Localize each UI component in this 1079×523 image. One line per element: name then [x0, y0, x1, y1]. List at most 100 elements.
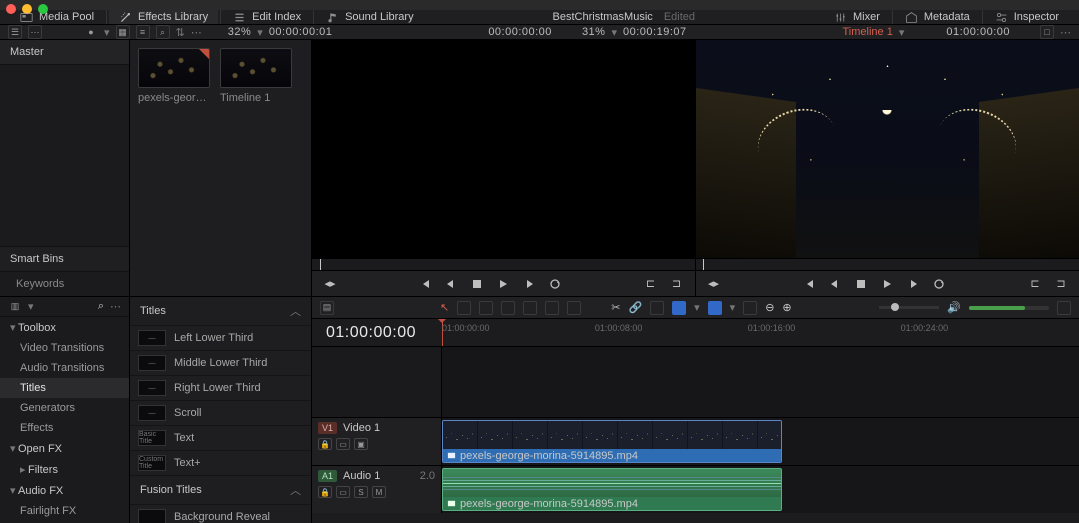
- inspector-tab[interactable]: Inspector: [985, 11, 1069, 24]
- smart-bins-header[interactable]: Smart Bins: [0, 246, 129, 272]
- chevron-down-icon[interactable]: ▾: [104, 26, 110, 39]
- lock-icon[interactable]: 🔒: [318, 486, 332, 498]
- title-item[interactable]: —Right Lower Third: [130, 376, 311, 401]
- chevron-down-icon[interactable]: ▾: [257, 26, 263, 39]
- title-item[interactable]: —Middle Lower Third: [130, 351, 311, 376]
- program-screen[interactable]: [696, 40, 1079, 258]
- prev-frame-icon[interactable]: [443, 276, 459, 292]
- fusion-group-header[interactable]: Fusion Titles ︿: [130, 476, 311, 505]
- keywords-bin[interactable]: Keywords: [0, 272, 129, 296]
- first-frame-icon[interactable]: [801, 276, 817, 292]
- timeline-view-icon[interactable]: ▤: [320, 301, 334, 315]
- mark-in-icon[interactable]: ⊏: [1027, 276, 1043, 292]
- zoom-in-icon[interactable]: ⊕: [782, 301, 791, 314]
- chevron-down-icon[interactable]: ▾: [899, 26, 905, 39]
- openfx-group[interactable]: ▾Open FX: [0, 438, 129, 459]
- video-lane[interactable]: pexels-george-morina-5914895.mp4: [442, 418, 1079, 465]
- viewer-menu-icon[interactable]: ⋯: [1060, 26, 1071, 39]
- chevron-down-icon[interactable]: ▾: [694, 301, 700, 314]
- trim-tool-icon[interactable]: [457, 301, 471, 315]
- blade-tool-icon[interactable]: [501, 301, 515, 315]
- cat-filters[interactable]: ▸Filters: [0, 459, 129, 480]
- program-zoom[interactable]: 31%: [582, 26, 606, 38]
- audio-track-header[interactable]: A1 Audio 1 2.0 🔒 ▭ S M: [312, 466, 442, 513]
- timeline-thumbnail[interactable]: Timeline 1: [220, 48, 292, 104]
- view-list-icon[interactable]: ≡: [136, 25, 150, 39]
- disable-video-icon[interactable]: ▣: [354, 438, 368, 450]
- close-window[interactable]: [6, 4, 16, 14]
- blade-all-icon[interactable]: ✂: [611, 301, 620, 314]
- overwrite-icon[interactable]: [545, 301, 559, 315]
- mark-in-icon[interactable]: ⊏: [643, 276, 659, 292]
- stop-icon[interactable]: [469, 276, 485, 292]
- source-screen[interactable]: [312, 40, 695, 258]
- cat-generators[interactable]: Generators: [0, 398, 129, 418]
- snap-icon[interactable]: [672, 301, 686, 315]
- selection-tool-icon[interactable]: ↖: [440, 301, 449, 314]
- chevron-down-icon[interactable]: ▾: [730, 301, 736, 314]
- first-frame-icon[interactable]: [417, 276, 433, 292]
- lock-icon[interactable]: 🔒: [318, 438, 332, 450]
- volume-slider[interactable]: [969, 306, 1049, 310]
- cat-fairlight[interactable]: Fairlight FX: [0, 501, 129, 521]
- loop-icon[interactable]: [931, 276, 947, 292]
- cat-audio-transitions[interactable]: Audio Transitions: [0, 358, 129, 378]
- panel-layout-icon[interactable]: ▥: [8, 300, 22, 314]
- bin-options-icon[interactable]: ⋯: [28, 25, 42, 39]
- record-icon[interactable]: ●: [84, 25, 98, 39]
- audiofx-group[interactable]: ▾Audio FX: [0, 480, 129, 501]
- title-item[interactable]: Custom TitleText+: [130, 451, 311, 476]
- more-icon[interactable]: ⋯: [110, 300, 121, 313]
- play-icon[interactable]: [879, 276, 895, 292]
- search-icon[interactable]: ⌕: [156, 25, 170, 39]
- cat-titles[interactable]: Titles: [0, 378, 129, 398]
- collapse-icon[interactable]: ︿: [290, 303, 301, 319]
- auto-select-icon[interactable]: ▭: [336, 486, 350, 498]
- loop-icon[interactable]: [547, 276, 563, 292]
- cat-video-transitions[interactable]: Video Transitions: [0, 338, 129, 358]
- solo-icon[interactable]: S: [354, 486, 368, 498]
- video-track-header[interactable]: V1 Video 1 🔒 ▭ ▣: [312, 418, 442, 465]
- title-item[interactable]: —Left Lower Third: [130, 326, 311, 351]
- mute-icon[interactable]: M: [372, 486, 386, 498]
- flag-icon[interactable]: [743, 301, 757, 315]
- sound-library-tab[interactable]: Sound Library: [316, 10, 424, 24]
- play-icon[interactable]: [495, 276, 511, 292]
- program-scrubber[interactable]: [696, 258, 1079, 270]
- source-scrubber[interactable]: [312, 258, 695, 270]
- chevron-down-icon[interactable]: ▾: [28, 300, 34, 313]
- title-item[interactable]: Basic TitleText: [130, 426, 311, 451]
- cat-effects[interactable]: Effects: [0, 418, 129, 438]
- bin-list-icon[interactable]: ☰: [8, 25, 22, 39]
- next-frame-icon[interactable]: [521, 276, 537, 292]
- chevron-down-icon[interactable]: ▾: [611, 26, 617, 39]
- audio-lane[interactable]: pexels-george-morina-5914895.mp4: [442, 466, 1079, 513]
- viewer-options-icon[interactable]: □: [1040, 25, 1054, 39]
- toolbox-group[interactable]: ▾Toolbox: [0, 317, 129, 338]
- clip-thumbnail[interactable]: pexels-george-m…: [138, 48, 210, 104]
- zoom-slider[interactable]: [879, 306, 939, 309]
- link-icon[interactable]: 🔗: [628, 301, 642, 314]
- source-zoom[interactable]: 32%: [228, 26, 252, 38]
- titles-group-header[interactable]: Titles ︿: [130, 297, 311, 326]
- match-frame-icon[interactable]: ◂▸: [322, 276, 338, 292]
- edit-index-tab[interactable]: Edit Index: [223, 10, 311, 24]
- view-thumb-icon[interactable]: ▦: [116, 25, 130, 39]
- mark-out-icon[interactable]: ⊐: [669, 276, 685, 292]
- replace-icon[interactable]: [567, 301, 581, 315]
- speaker-icon[interactable]: 🔊: [947, 301, 961, 314]
- insert-icon[interactable]: [523, 301, 537, 315]
- search-icon[interactable]: ⌕: [98, 300, 104, 313]
- media-pool-tab[interactable]: Media Pool: [10, 10, 104, 24]
- next-frame-icon[interactable]: [905, 276, 921, 292]
- title-item[interactable]: —Scroll: [130, 401, 311, 426]
- stop-icon[interactable]: [853, 276, 869, 292]
- master-bin[interactable]: Master: [0, 40, 129, 65]
- mixer-tab[interactable]: Mixer: [824, 11, 890, 24]
- match-frame-icon[interactable]: ◂▸: [706, 276, 722, 292]
- timeline-ruler[interactable]: 01:00:00:0001:00:08:0001:00:16:0001:00:2…: [442, 319, 1079, 346]
- video-clip[interactable]: pexels-george-morina-5914895.mp4: [442, 420, 782, 463]
- position-lock-icon[interactable]: [650, 301, 664, 315]
- zoom-window[interactable]: [38, 4, 48, 14]
- prev-frame-icon[interactable]: [827, 276, 843, 292]
